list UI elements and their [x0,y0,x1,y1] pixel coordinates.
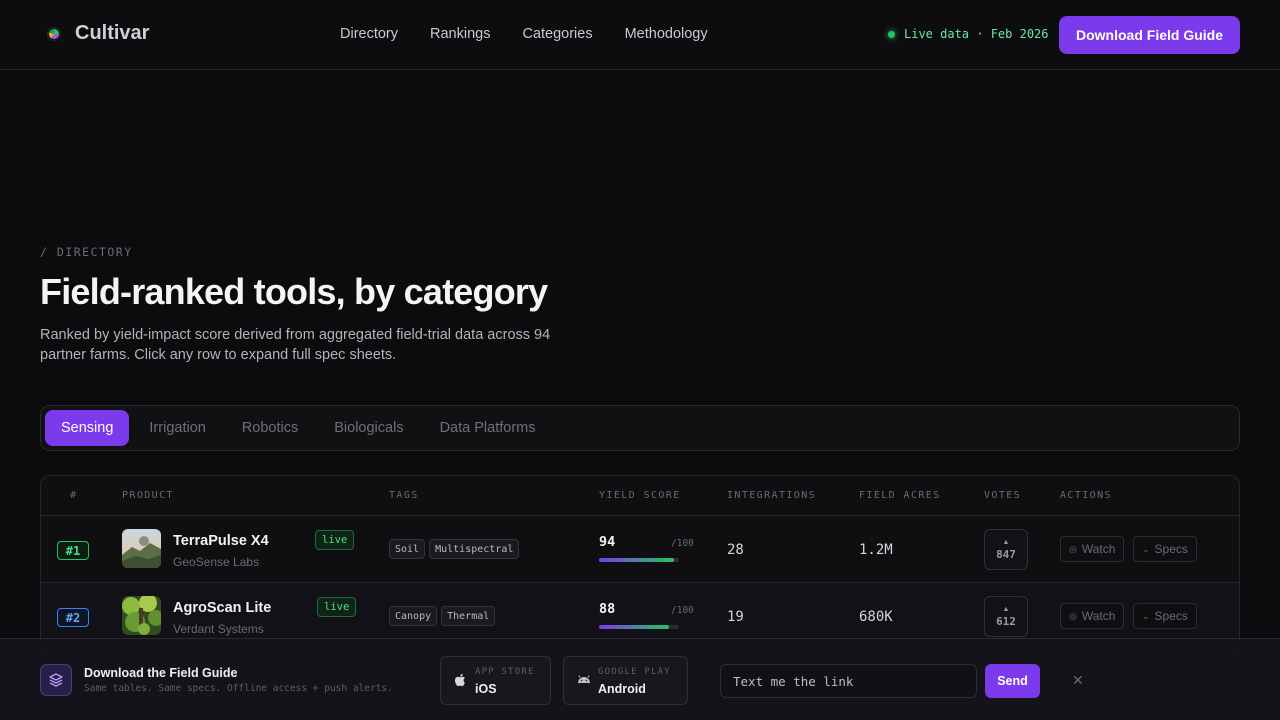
category-tabs: Sensing Irrigation Robotics Biologicals … [40,405,1240,451]
specs-button[interactable]: ⌄ Specs [1133,603,1197,629]
product-company: GeoSense Labs [173,555,260,569]
vote-count: 847 [996,547,1016,561]
live-badge: live [317,597,357,617]
android-icon [577,673,591,688]
product-thumbnail [122,529,161,568]
chevron-down-icon: ⌄ [1142,543,1150,554]
product-name: TerraPulse X4 [173,533,269,549]
brand-name: Cultivar [75,22,150,44]
eye-icon: ◎ [1069,610,1077,621]
nav-link-categories[interactable]: Categories [522,26,592,42]
tag: Canopy [389,606,438,626]
field-acres: 680K [859,609,893,625]
tab-data-platforms[interactable]: Data Platforms [422,410,554,446]
column-header-product: PRODUCT [122,490,174,501]
close-icon[interactable]: ✕ [1072,672,1084,689]
nav-link-methodology[interactable]: Methodology [625,26,708,42]
eye-icon: ◎ [1069,543,1077,554]
banner-subtitle: Same tables. Same specs. Offline access … [84,683,393,694]
rank-badge: #1 [57,541,89,560]
yield-score-max: /100 [671,605,694,616]
rank-badge: #2 [57,608,89,627]
upvote-button[interactable]: ▲ 612 [984,596,1028,637]
column-header-votes: VOTES [984,490,1022,501]
upvote-arrow-icon: ▲ [1002,605,1010,613]
vote-count: 612 [996,614,1016,628]
column-header-yield-score: YIELD SCORE [599,490,681,501]
live-dot-icon [888,30,895,38]
app-store-kicker: APP STORE [475,667,535,677]
field-acres: 1.2M [859,542,893,558]
yield-score-value: 94 [599,534,616,550]
watch-button[interactable]: ◎ Watch [1060,603,1125,629]
watch-button[interactable]: ◎ Watch [1060,536,1125,562]
live-data-status: Live data · Feb 2026 [888,27,1049,41]
column-header-actions: ACTIONS [1060,490,1112,501]
tag: Multispectral [429,539,520,559]
column-header-integrations: INTEGRATIONS [727,490,817,501]
yield-score-max: /100 [671,538,694,549]
banner-title: Download the Field Guide [84,666,238,680]
upvote-arrow-icon: ▲ [1002,538,1010,546]
nav-link-directory[interactable]: Directory [340,26,398,42]
watch-label: Watch [1081,609,1116,623]
google-play-kicker: GOOGLE PLAY [598,667,671,677]
send-link-button[interactable]: Send [985,664,1040,698]
app-store-name: iOS [475,682,497,696]
section-eyebrow: / DIRECTORY [40,245,133,259]
product-name: AgroScan Lite [173,600,272,616]
upvote-button[interactable]: ▲ 847 [984,529,1028,570]
column-header-rank: # [70,490,78,501]
yield-score-bar [599,558,679,562]
tab-irrigation[interactable]: Irrigation [131,410,223,446]
apple-icon [454,673,466,690]
integrations-count: 19 [727,609,744,625]
yield-score-bar-fill [599,625,670,629]
watch-label: Watch [1081,542,1116,556]
google-play-name: Android [598,682,646,696]
integrations-count: 28 [727,542,744,558]
page-description: Ranked by yield-impact score derived fro… [40,327,551,363]
live-data-label: Live data · Feb 2026 [904,27,1049,41]
tab-robotics[interactable]: Robotics [224,410,316,446]
live-badge: live [315,530,355,550]
top-nav: Cultivar Directory Rankings Categories M… [0,0,1280,70]
table-header: # PRODUCT TAGS YIELD SCORE INTEGRATIONS … [41,476,1239,516]
nav-link-rankings[interactable]: Rankings [430,26,490,42]
nav-links: Directory Rankings Categories Methodolog… [340,26,708,42]
tag: Thermal [441,606,496,626]
yield-score-value: 88 [599,601,616,617]
tab-biologicals[interactable]: Biologicals [316,410,421,446]
tag-list: Canopy Thermal [389,606,496,626]
brand-logo-icon [47,26,61,41]
specs-label: Specs [1154,609,1188,623]
product-company: Verdant Systems [173,622,264,636]
download-field-guide-button[interactable]: Download Field Guide [1059,16,1240,54]
tag: Soil [389,539,426,559]
table-row[interactable]: #1 TerraPulse X4 live GeoSense Labs Soil… [41,516,1239,583]
yield-score-bar-fill [599,558,675,562]
chevron-down-icon: ⌄ [1142,610,1150,621]
tab-sensing[interactable]: Sensing [45,410,130,446]
yield-score-bar [599,625,679,629]
tag-list: Soil Multispectral [389,539,520,559]
brand[interactable]: Cultivar [47,22,149,45]
phone-number-input[interactable] [720,664,977,698]
specs-button[interactable]: ⌄ Specs [1133,536,1197,562]
google-play-button[interactable]: GOOGLE PLAY Android [563,656,688,705]
app-store-button[interactable]: APP STORE iOS [440,656,551,705]
download-banner: Download the Field Guide Same tables. Sa… [0,638,1280,720]
page-title: Field-ranked tools, by category [40,271,548,312]
product-thumbnail [122,596,161,635]
specs-label: Specs [1154,542,1188,556]
layers-icon [40,664,72,696]
column-header-field-acres: FIELD ACRES [859,490,941,501]
column-header-tags: TAGS [389,490,419,501]
